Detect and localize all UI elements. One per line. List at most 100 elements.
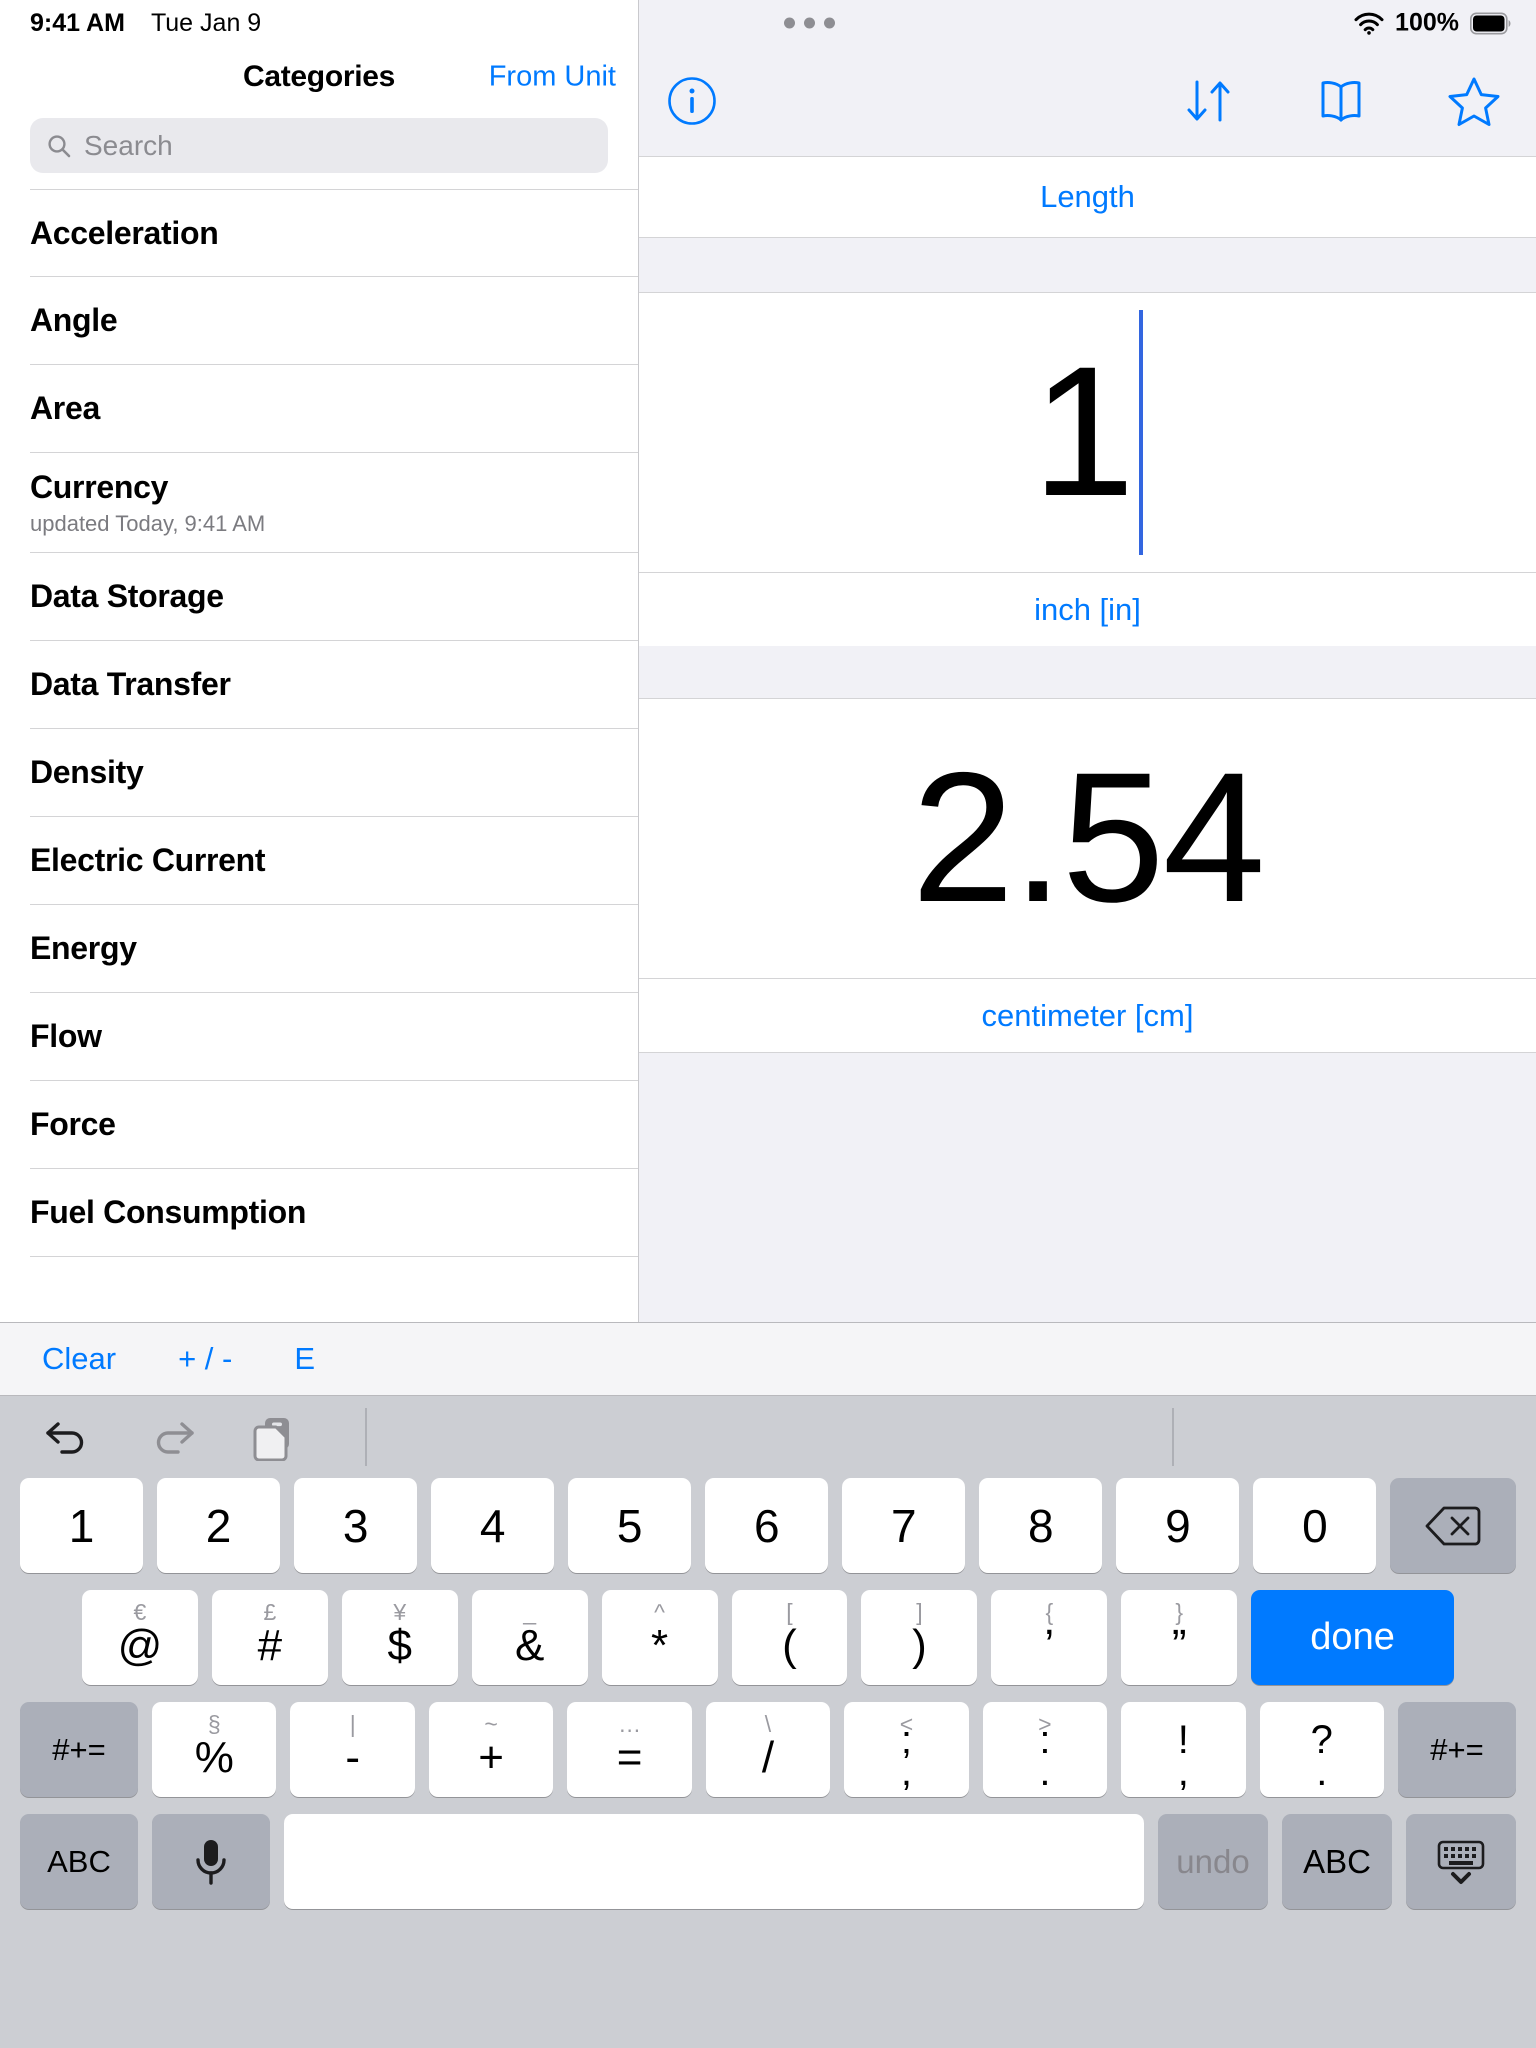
to-value-field[interactable]: 2.54 [639, 698, 1536, 978]
key-label: / [761, 1732, 775, 1782]
key-0[interactable]: 0 [1253, 1478, 1377, 1573]
key-quote[interactable]: } ” [1121, 1590, 1238, 1685]
key-asterisk[interactable]: ^ * [601, 1590, 718, 1685]
sign-toggle-button[interactable]: + / - [178, 1341, 232, 1377]
list-item[interactable]: Data Storage [30, 553, 638, 641]
key-apostrophe[interactable]: { ’ [991, 1590, 1108, 1685]
category-label: Fuel Consumption [30, 1194, 307, 1230]
split-view: 9:41 AM Tue Jan 9 Categories From Unit S… [0, 0, 1536, 1322]
key-exclamation[interactable]: ! , [1121, 1702, 1246, 1797]
key-8[interactable]: 8 [979, 1478, 1103, 1573]
key-hint-backslash: \ [764, 1711, 772, 1737]
space-key[interactable] [284, 1814, 1144, 1909]
key-label-bottom: . [1039, 1749, 1051, 1794]
key-hash[interactable]: £ # [211, 1590, 328, 1685]
to-unit-label: centimeter [cm] [981, 997, 1194, 1033]
list-item[interactable]: Energy [30, 905, 638, 993]
key-slash[interactable]: \ / [705, 1702, 831, 1797]
key-label: * [651, 1620, 669, 1670]
list-item[interactable]: Force [30, 1081, 638, 1169]
key-7[interactable]: 7 [842, 1478, 966, 1573]
key-1[interactable]: 1 [20, 1478, 144, 1573]
list-item[interactable]: Acceleration [30, 189, 638, 277]
key-paren-close[interactable]: ] ) [861, 1590, 978, 1685]
search-container: Search [0, 108, 638, 189]
swap-arrows-icon[interactable] [1182, 77, 1236, 125]
key-percent[interactable]: § % [152, 1702, 277, 1797]
undo-arrow-icon[interactable] [42, 1414, 94, 1460]
key-ampersand[interactable]: _ & [471, 1590, 588, 1685]
key-plus[interactable]: ~ + [428, 1702, 554, 1797]
list-item[interactable]: Fuel Consumption [30, 1169, 638, 1257]
key-label: & [514, 1620, 545, 1670]
key-hint-yen: ¥ [393, 1599, 407, 1625]
list-item[interactable]: Electric Current [30, 817, 638, 905]
exponent-button[interactable]: E [294, 1341, 315, 1377]
key-4[interactable]: 4 [431, 1478, 555, 1573]
detail-empty-space [639, 1052, 1536, 1322]
book-icon[interactable] [1314, 77, 1368, 125]
battery-percent: 100% [1395, 8, 1459, 37]
from-value-field[interactable]: 1 [639, 292, 1536, 572]
star-outline-icon[interactable] [1446, 75, 1502, 127]
done-key[interactable]: done [1251, 1590, 1454, 1685]
abc-left-key[interactable]: ABC [20, 1814, 138, 1909]
key-5[interactable]: 5 [568, 1478, 692, 1573]
key-at[interactable]: € @ [82, 1590, 198, 1685]
key-3[interactable]: 3 [294, 1478, 418, 1573]
key-label: - [345, 1732, 361, 1782]
detail-toolbar-actions [1182, 75, 1502, 127]
selected-category-label: Length [1040, 179, 1135, 214]
hide-keyboard-key[interactable] [1406, 1814, 1516, 1909]
key-minus[interactable]: | - [290, 1702, 415, 1797]
toolbar-divider [1172, 1408, 1174, 1466]
list-item[interactable]: Area [30, 365, 638, 453]
undo-key[interactable]: undo [1158, 1814, 1268, 1909]
text-cursor [1138, 310, 1143, 555]
multitask-handle-icon[interactable] [784, 17, 835, 29]
redo-arrow-icon[interactable] [146, 1414, 198, 1460]
abc-right-key[interactable]: ABC [1282, 1814, 1392, 1909]
category-label: Area [30, 390, 100, 426]
paste-icon[interactable] [250, 1413, 298, 1461]
key-dollar[interactable]: ¥ $ [341, 1590, 458, 1685]
list-item[interactable]: Data Transfer [30, 641, 638, 729]
category-header-row[interactable]: Length [639, 156, 1536, 238]
key-paren-open[interactable]: [ ( [731, 1590, 848, 1685]
key-hint-brace-open: { [1045, 1599, 1054, 1625]
search-input[interactable]: Search [30, 118, 608, 173]
key-equals[interactable]: … = [567, 1702, 692, 1797]
key-hint-underscore: _ [523, 1599, 537, 1625]
info-circle-icon[interactable] [667, 76, 717, 126]
key-2[interactable]: 2 [157, 1478, 281, 1573]
list-item[interactable]: Currency updated Today, 9:41 AM [30, 453, 638, 553]
category-list[interactable]: Acceleration Angle Area Currency updated… [0, 189, 638, 1322]
to-unit-row[interactable]: centimeter [cm] [639, 978, 1536, 1052]
status-time: 9:41 AM [30, 8, 125, 37]
search-icon [46, 133, 72, 159]
symbols-shift-right-key[interactable]: #+= [1397, 1702, 1516, 1797]
keyboard-row-bottom: ABC undo ABC [10, 1814, 1526, 1909]
category-label: Density [30, 754, 144, 790]
from-unit-row[interactable]: inch [in] [639, 572, 1536, 646]
dictation-key[interactable] [152, 1814, 270, 1909]
list-item[interactable]: Angle [30, 277, 638, 365]
key-question[interactable]: ? . [1259, 1702, 1384, 1797]
key-9[interactable]: 9 [1116, 1478, 1240, 1573]
key-hint-pipe: | [349, 1711, 356, 1737]
key-colon[interactable]: > : . [982, 1702, 1108, 1797]
backspace-key[interactable] [1390, 1478, 1516, 1573]
category-label: Angle [30, 302, 118, 338]
list-item[interactable]: Density [30, 729, 638, 817]
list-item[interactable]: Flow [30, 993, 638, 1081]
key-hint-tilde: ~ [484, 1711, 498, 1737]
from-value: 1 [1032, 329, 1135, 535]
key-semicolon[interactable]: < ; , [844, 1702, 969, 1797]
symbols-shift-left-key[interactable]: #+= [20, 1702, 139, 1797]
clear-button[interactable]: Clear [42, 1341, 116, 1377]
keyboard-row-numbers: 1 2 3 4 5 6 7 8 9 0 [10, 1478, 1526, 1573]
to-value: 2.54 [911, 735, 1265, 941]
key-6[interactable]: 6 [705, 1478, 829, 1573]
from-unit-label: inch [in] [1034, 591, 1141, 627]
from-unit-button[interactable]: From Unit [489, 61, 616, 94]
